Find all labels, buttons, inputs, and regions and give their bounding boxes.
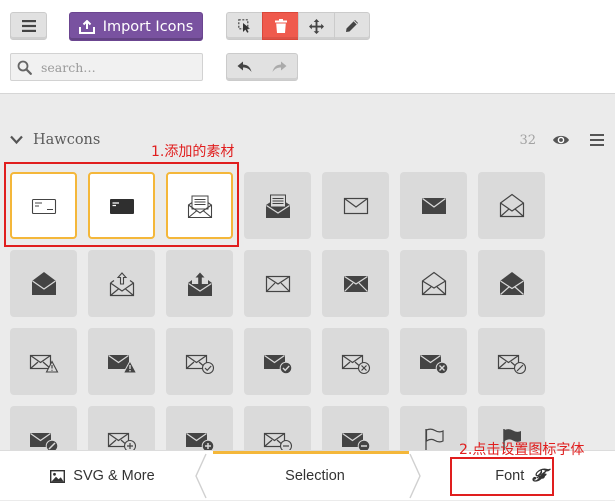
- envelope-filled-icon: [421, 197, 446, 214]
- envelope-open-x-filled-icon: [499, 271, 524, 295]
- flag-icon: [424, 428, 444, 450]
- icon-tile-envelope-warning[interactable]: [10, 328, 77, 395]
- icon-tile-envelope-block[interactable]: [478, 328, 545, 395]
- envelope-open-upload-icon: [109, 271, 134, 296]
- icon-tile-envelope-check-filled[interactable]: [244, 328, 311, 395]
- envelope-open-upload-filled-icon: [187, 272, 212, 296]
- envelope-cancel-icon: [341, 354, 370, 374]
- icon-tile-envelope-plus-filled[interactable]: [166, 406, 233, 450]
- icon-tile-envelope[interactable]: [322, 172, 389, 239]
- tab-svg-and-more-label: SVG & More: [73, 468, 155, 484]
- icon-tile-envelope-warning-filled[interactable]: [88, 328, 155, 395]
- icon-tile-envelope-open-x-filled[interactable]: [478, 250, 545, 317]
- annotation-added-icons: 1.添加的素材: [151, 144, 235, 160]
- envelope-block-filled-icon: [29, 432, 58, 450]
- image-icon: [50, 469, 66, 483]
- envelope-x-filled-icon: [343, 275, 368, 292]
- icon-tile-envelope-minus[interactable]: [244, 406, 311, 450]
- annotation-box-added-icons: [4, 162, 239, 247]
- envelope-cancel-filled-icon: [419, 354, 448, 374]
- tab-selection[interactable]: Selection: [205, 451, 425, 501]
- icon-tile-envelope-open-upload-filled[interactable]: [166, 250, 233, 317]
- envelope-open-letter-dark-icon: [265, 194, 290, 218]
- annotation-set-font: 2.点击设置图标字体: [459, 442, 585, 458]
- envelope-plus-filled-icon: [185, 432, 214, 450]
- envelope-check-icon: [185, 354, 214, 374]
- icon-tile-envelope-open-x[interactable]: [400, 250, 467, 317]
- icon-tile-envelope-cancel[interactable]: [322, 328, 389, 395]
- icon-tile-envelope-open-filled[interactable]: [10, 250, 77, 317]
- envelope-check-filled-icon: [263, 354, 292, 374]
- envelope-minus-icon: [263, 432, 292, 450]
- icon-tile-envelope-filled[interactable]: [400, 172, 467, 239]
- tab-selection-label: Selection: [285, 468, 345, 484]
- envelope-open-icon: [499, 193, 524, 217]
- icon-tile-envelope-block-filled[interactable]: [10, 406, 77, 450]
- annotation-box-font-tab: [450, 457, 554, 496]
- icon-tile-envelope-cancel-filled[interactable]: [400, 328, 467, 395]
- envelope-warning-filled-icon: [107, 354, 137, 373]
- envelope-open-filled-icon: [31, 271, 56, 295]
- envelope-plus-icon: [107, 432, 136, 450]
- envelope-warning-icon: [29, 354, 58, 373]
- envelope-x-icon: [265, 275, 290, 292]
- envelope-icon: [343, 197, 368, 214]
- icon-tile-envelope-minus-filled[interactable]: [322, 406, 389, 450]
- icon-tile-envelope-plus[interactable]: [88, 406, 155, 450]
- icon-tile-envelope-open[interactable]: [478, 172, 545, 239]
- icon-tile-envelope-x[interactable]: [244, 250, 311, 317]
- tab-svg-and-more[interactable]: SVG & More: [0, 451, 205, 501]
- icon-tile-envelope-open-upload[interactable]: [88, 250, 155, 317]
- envelope-minus-filled-icon: [341, 432, 370, 450]
- envelope-open-x-icon: [421, 271, 446, 295]
- icon-tile-flag[interactable]: [400, 406, 467, 450]
- icon-tile-envelope-open-letter-dark[interactable]: [244, 172, 311, 239]
- icon-tile-envelope-check[interactable]: [166, 328, 233, 395]
- icon-tile-envelope-x-filled[interactable]: [322, 250, 389, 317]
- envelope-block-icon: [497, 354, 526, 374]
